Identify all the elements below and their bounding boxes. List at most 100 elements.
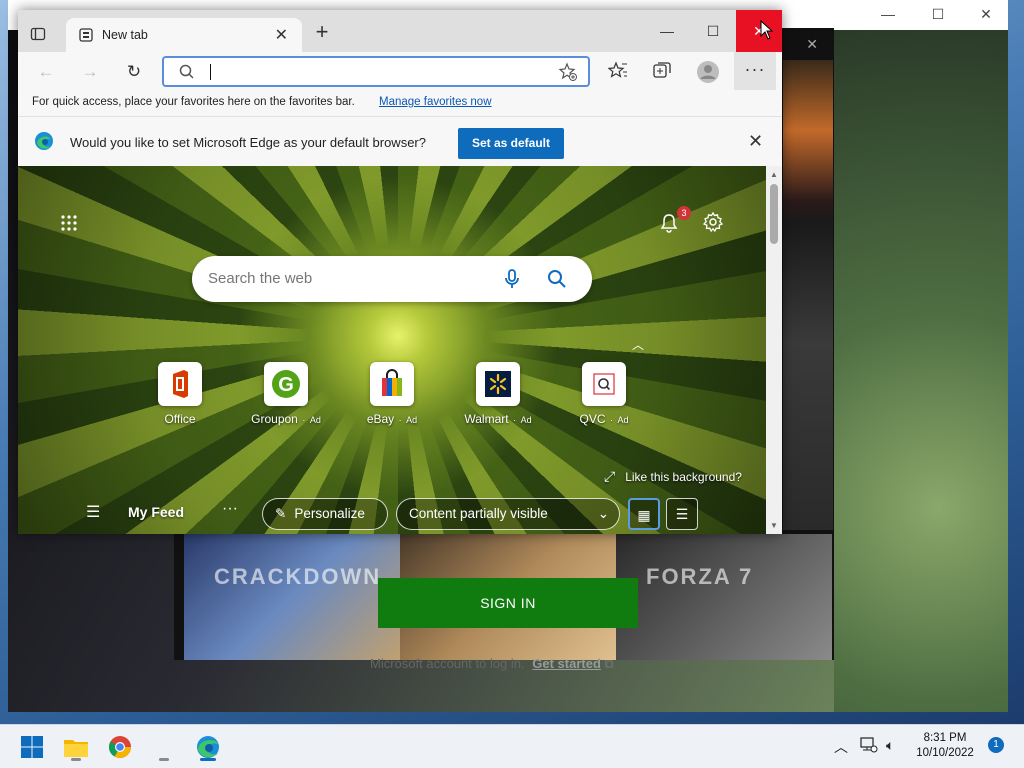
ad-label: Ad: [309, 415, 321, 425]
tab-actions-icon[interactable]: [30, 26, 50, 44]
network-icon[interactable]: [860, 737, 878, 756]
like-background-link[interactable]: ⤢ Like this background?: [604, 468, 742, 485]
quick-link-label: Office: [164, 412, 196, 426]
microphone-icon[interactable]: [502, 268, 522, 290]
set-as-default-button[interactable]: Set as default: [458, 128, 564, 159]
start-windows-icon[interactable]: [16, 731, 48, 763]
toolbar: ← → ↻ ···: [18, 52, 782, 92]
file-explorer-icon[interactable]: [60, 731, 92, 763]
qvc-icon: [582, 362, 626, 406]
chevron-up-icon[interactable]: ︿: [632, 336, 644, 353]
profile-avatar[interactable]: [696, 60, 720, 84]
minimize-button[interactable]: —: [644, 10, 690, 52]
groupon-icon: G: [264, 362, 308, 406]
office-icon: [158, 362, 202, 406]
scroll-down-icon[interactable]: ▼: [770, 521, 778, 530]
tab-bar: New tab ✕ + — ☐ ✕: [18, 10, 782, 52]
grid-layout-icon[interactable]: ▦: [628, 498, 660, 530]
clock-time: 8:31 PM: [923, 732, 967, 744]
mouse-cursor-icon: [760, 20, 774, 40]
content-visibility-dropdown[interactable]: Content partially visible ⌄: [396, 498, 620, 530]
tab-close-icon[interactable]: ✕: [275, 25, 288, 45]
add-favorite-icon[interactable]: [558, 62, 578, 85]
my-feed-tab[interactable]: My Feed: [128, 504, 184, 520]
signin-note: Microsoft account to log in. Get started…: [370, 656, 614, 672]
external-link-icon: ⧉: [604, 656, 614, 671]
scroll-up-icon[interactable]: ▲: [770, 170, 778, 179]
quick-link-label: Groupon: [251, 412, 298, 426]
feed-bar: ☰ My Feed ··· ✎ Personalize Content parti…: [18, 494, 766, 534]
game-art-strip: [783, 60, 833, 530]
game-tile: CRACKDOWN: [184, 534, 400, 660]
quick-link-groupon[interactable]: G Groupon · Ad: [246, 362, 326, 426]
manage-favorites-link[interactable]: Manage favorites now: [379, 96, 492, 108]
address-bar[interactable]: [162, 56, 590, 87]
show-hidden-icons-chevron-icon[interactable]: ︿: [834, 737, 848, 757]
default-browser-question: Would you like to set Microsoft Edge as …: [70, 135, 426, 150]
new-tab-page-icon: [78, 27, 94, 43]
new-tab-button[interactable]: +: [310, 21, 334, 45]
settings-and-more-button[interactable]: ···: [734, 52, 776, 90]
walmart-icon: [476, 362, 520, 406]
taskbar: ︿ 🔈︎ 8:31 PM 10/10/2022 1: [0, 724, 1024, 768]
collections-icon[interactable]: [650, 60, 674, 84]
running-indicator: [200, 758, 216, 761]
quick-link-qvc[interactable]: QVC · Ad: [564, 362, 644, 426]
notification-center-badge[interactable]: 1: [988, 737, 1004, 753]
close-icon[interactable]: ✕: [976, 6, 996, 24]
system-clock[interactable]: 8:31 PM 10/10/2022: [912, 731, 978, 761]
refresh-icon[interactable]: ↻: [122, 60, 146, 84]
edge-window: New tab ✕ + — ☐ ✕ ← → ↻ ··· For quick ac…: [18, 10, 782, 534]
feed-menu-icon[interactable]: ☰: [86, 502, 100, 522]
game-tile-title: FORZA 7: [646, 564, 754, 589]
minimize-icon[interactable]: —: [878, 6, 898, 24]
notification-badge: 3: [677, 206, 691, 220]
search-icon[interactable]: [546, 268, 568, 290]
more-options-icon[interactable]: ···: [222, 500, 238, 518]
forward-icon[interactable]: →: [78, 60, 102, 84]
ad-label: Ad: [520, 415, 532, 425]
scrollbar-thumb[interactable]: [770, 184, 778, 244]
personalize-button[interactable]: ✎ Personalize: [262, 498, 388, 530]
quick-link-walmart[interactable]: Walmart · Ad: [458, 362, 538, 426]
favorites-icon[interactable]: [606, 60, 630, 84]
game-tile: FORZA 7: [616, 534, 832, 660]
chrome-icon[interactable]: [104, 731, 136, 763]
default-browser-infobar: Would you like to set Microsoft Edge as …: [18, 116, 782, 164]
running-indicator: [71, 758, 81, 761]
list-layout-icon[interactable]: ☰: [666, 498, 698, 530]
personalize-label: Personalize: [294, 506, 365, 521]
signin-note-text: Microsoft account to log in.: [370, 656, 525, 671]
quick-link-label: eBay: [366, 412, 395, 426]
text-caret: [210, 64, 211, 80]
quick-link-label: Walmart: [464, 412, 509, 426]
ebay-icon: [370, 362, 414, 406]
web-search-box[interactable]: Search the web: [192, 256, 592, 302]
close-button[interactable]: ✕: [736, 10, 782, 52]
volume-icon[interactable]: 🔈︎: [886, 737, 894, 754]
tab-new-tab[interactable]: New tab ✕: [66, 18, 302, 52]
taskbar-app-icon[interactable]: [148, 731, 180, 763]
app-launcher-icon[interactable]: [60, 214, 78, 232]
favorites-bar: For quick access, place your favorites h…: [18, 92, 782, 114]
search-icon: [178, 63, 196, 84]
panel-close-icon[interactable]: ✕: [806, 36, 818, 53]
ad-label: Ad: [406, 415, 418, 425]
svg-text:G: G: [278, 374, 294, 396]
running-indicator: [159, 758, 169, 761]
page-settings-gear-icon[interactable]: [702, 211, 724, 233]
game-tile-title: CRACKDOWN: [214, 564, 382, 589]
get-started-link[interactable]: Get started: [532, 656, 601, 671]
maximize-button[interactable]: ☐: [690, 10, 736, 52]
quick-link-office[interactable]: Office: [140, 362, 220, 426]
clock-date: 10/10/2022: [916, 747, 974, 759]
signin-button[interactable]: SIGN IN: [378, 578, 638, 628]
infobar-close-icon[interactable]: ✕: [748, 131, 763, 152]
edge-logo-icon: [34, 131, 54, 151]
scrollbar[interactable]: ▲ ▼: [766, 166, 782, 534]
maximize-icon[interactable]: ☐: [928, 6, 948, 24]
back-icon[interactable]: ←: [34, 60, 58, 84]
edge-taskbar-icon[interactable]: [192, 731, 224, 763]
chevron-down-icon: ⌄: [597, 506, 609, 521]
quick-link-ebay[interactable]: eBay · Ad: [352, 362, 432, 426]
